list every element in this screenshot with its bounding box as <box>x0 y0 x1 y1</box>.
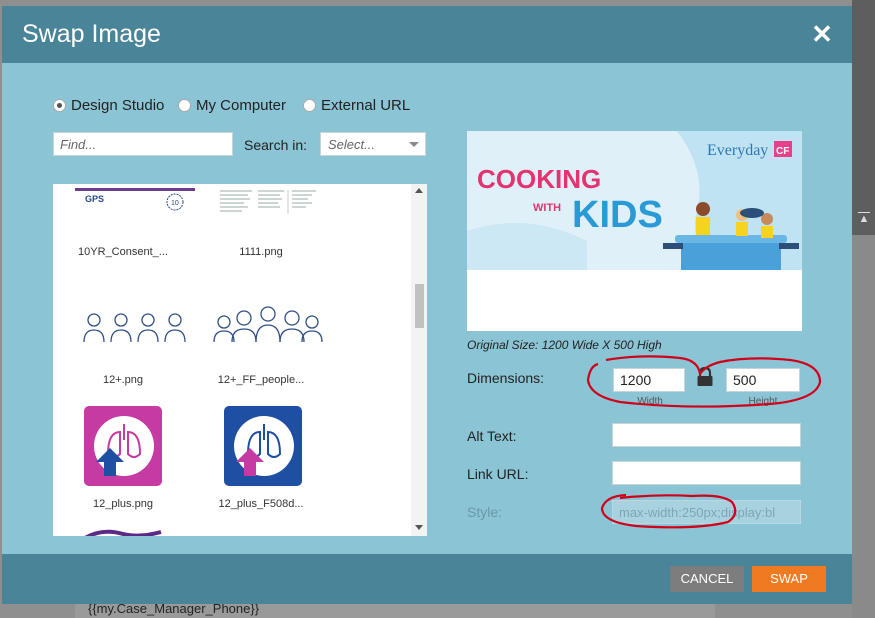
file-list-scrollbar[interactable] <box>411 184 427 536</box>
scroll-down-icon[interactable] <box>415 525 423 530</box>
people-outline-thumbnail <box>83 313 186 343</box>
file-browser-list[interactable]: GPS 10 10YR_Consent_... 1111.png 12+.png… <box>53 184 427 536</box>
height-input[interactable] <box>726 368 800 392</box>
alt-text-input[interactable] <box>612 423 801 447</box>
swap-image-dialog: Swap Image ✕ Design Studio My Computer E… <box>2 6 852 604</box>
gps-document-thumbnail: GPS 10 <box>75 188 195 211</box>
file-name: 12_plus_F508d... <box>218 498 304 510</box>
select-placeholder: Select... <box>328 137 375 152</box>
style-input[interactable]: max-width:250px;display:bl <box>612 500 801 524</box>
close-icon[interactable]: ✕ <box>810 21 834 47</box>
radio-button[interactable] <box>178 98 191 112</box>
search-in-label: Search in: <box>244 137 308 153</box>
link-url-label: Link URL: <box>467 466 529 482</box>
lungs-magenta-thumbnail <box>84 406 162 486</box>
scroll-thumb[interactable] <box>415 284 424 328</box>
people-group-thumbnail <box>213 306 323 343</box>
file-name: 10YR_Consent_... <box>78 246 168 258</box>
search-in-select[interactable]: Select... <box>320 132 426 156</box>
dialog-header: Swap Image ✕ <box>2 6 852 63</box>
scroll-up-icon[interactable] <box>415 188 423 193</box>
cancel-button[interactable]: CANCEL <box>670 566 744 592</box>
file-name: 12+.png <box>102 374 144 386</box>
chevron-down-icon <box>409 142 419 147</box>
brand-text: Everyday <box>707 142 768 159</box>
headline-cooking: COOKING <box>477 164 601 194</box>
find-input[interactable] <box>53 132 233 156</box>
file-tile[interactable] <box>60 308 200 348</box>
partial-thumbnail <box>84 529 162 536</box>
collapse-icon: ▲ <box>858 212 870 225</box>
width-sublabel: Width <box>637 396 663 407</box>
file-tile[interactable] <box>193 188 333 238</box>
file-tile[interactable] <box>53 406 193 486</box>
radio-label: My Computer <box>196 96 287 114</box>
file-name: 12+_FF_people... <box>217 374 305 386</box>
file-name: 1111.png <box>239 246 283 258</box>
radio-design-studio[interactable]: Design Studio <box>53 96 164 114</box>
cooking-with-kids-image: Everyday CF COOKING WITH KIDS <box>467 131 802 270</box>
file-name: 12_plus.png <box>93 498 153 510</box>
height-sublabel: Height <box>748 396 778 407</box>
file-tile[interactable] <box>193 304 333 348</box>
preview-banner: Everyday CF COOKING WITH KIDS <box>467 131 802 270</box>
headline-kids: KIDS <box>572 194 663 236</box>
brand-badge: CF <box>776 146 789 157</box>
alt-text-label: Alt Text: <box>467 428 517 444</box>
dialog-title: Swap Image <box>22 20 161 48</box>
image-preview: Everyday CF COOKING WITH KIDS <box>467 131 802 331</box>
radio-label: External URL <box>321 96 411 114</box>
style-label: Style: <box>467 504 503 520</box>
swap-button[interactable]: SWAP <box>752 566 826 592</box>
radio-external-url[interactable]: External URL <box>303 96 410 114</box>
file-tile[interactable] <box>193 406 333 486</box>
dimensions-label: Dimensions: <box>467 370 545 386</box>
background-right-panel-top <box>852 0 875 235</box>
original-size-text: Original Size: 1200 Wide X 500 High <box>467 338 662 352</box>
headline-with: WITH <box>533 202 561 214</box>
text-document-thumbnail <box>220 190 316 214</box>
width-input[interactable] <box>613 368 685 392</box>
radio-my-computer[interactable]: My Computer <box>178 96 286 114</box>
badge-text: 10 <box>171 200 179 207</box>
radio-button-checked[interactable] <box>53 98 66 112</box>
radio-label: Design Studio <box>71 96 165 114</box>
lungs-blue-thumbnail <box>224 406 302 486</box>
lock-icon[interactable] <box>696 367 714 387</box>
gps-logo-text: GPS <box>85 194 104 204</box>
link-url-input[interactable] <box>612 461 801 485</box>
radio-button[interactable] <box>303 98 316 112</box>
